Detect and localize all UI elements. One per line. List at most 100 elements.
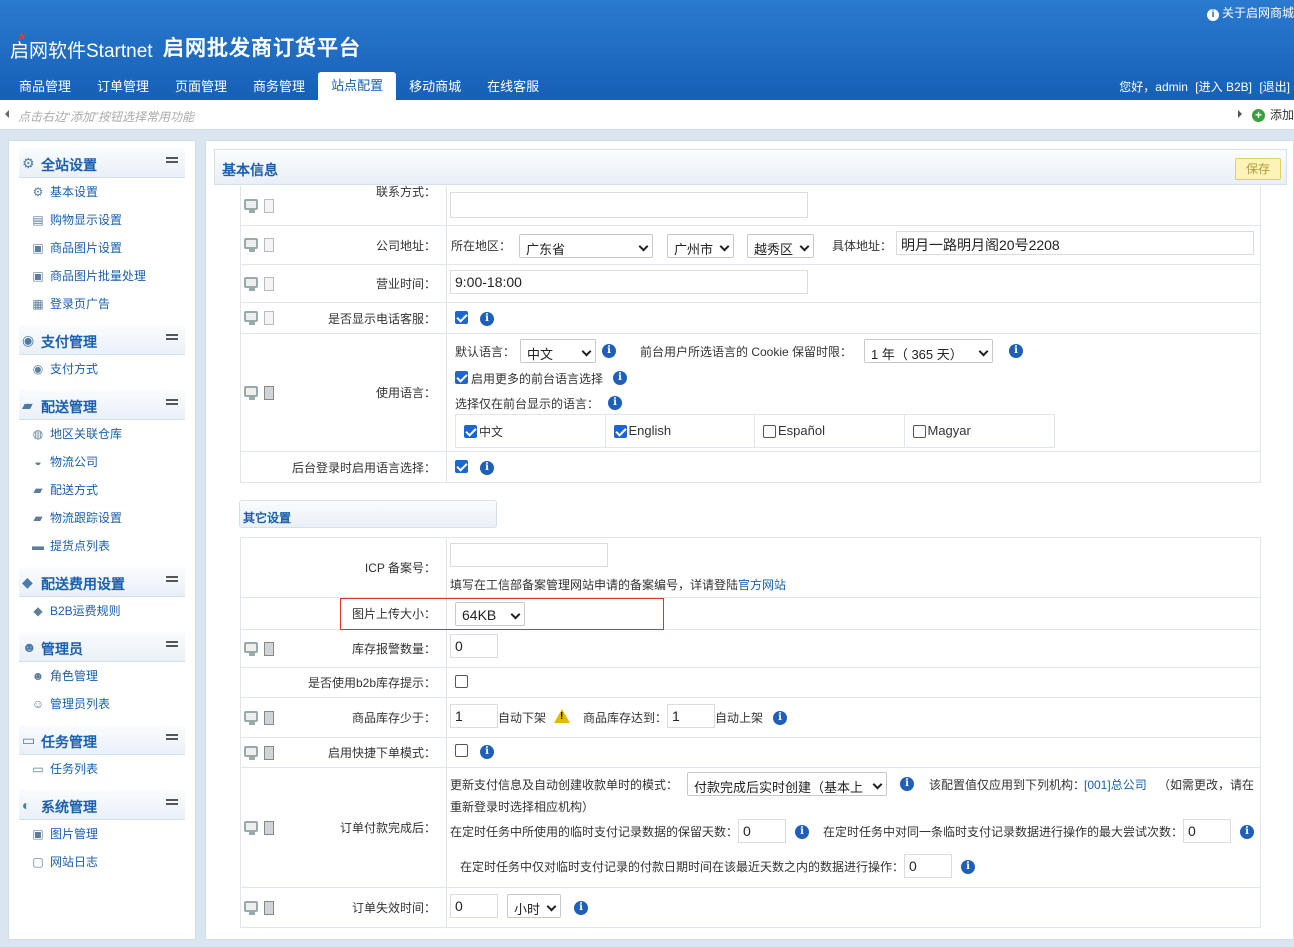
sidebar-group[interactable]: ▰ 配送管理: [19, 390, 185, 420]
cookie-select[interactable]: 1 年（ 365 天）: [864, 339, 993, 363]
help-icon[interactable]: i: [602, 344, 616, 358]
save-button[interactable]: 保存: [1235, 158, 1281, 180]
info-icon: i: [1206, 9, 1219, 21]
add-shortcut-button[interactable]: + 添加: [1251, 106, 1294, 123]
tab-online-service[interactable]: 在线客服: [474, 72, 552, 100]
sidebar-item[interactable]: ▰ 物流跟踪设置: [31, 504, 195, 532]
sidebar-item[interactable]: ▣ 图片管理: [31, 820, 195, 848]
sidebar-item[interactable]: ▭ 任务列表: [31, 755, 195, 783]
quick-order-checkbox[interactable]: [455, 744, 468, 757]
language-option[interactable]: Magyar: [905, 415, 1055, 447]
help-icon[interactable]: i: [1240, 825, 1254, 839]
logout-link[interactable]: [退出]: [1259, 80, 1290, 94]
tab-products[interactable]: 商品管理: [6, 72, 84, 100]
contact-field[interactable]: [450, 192, 808, 218]
sidebar-item[interactable]: ▣ 商品图片设置: [31, 234, 195, 262]
sidebar-item[interactable]: ▣ 商品图片批量处理: [31, 262, 195, 290]
sidebar-item[interactable]: ◆ B2B运费规则: [31, 597, 195, 625]
collapse-icon[interactable]: [166, 738, 178, 740]
section-header: 基本信息 保存: [214, 149, 1287, 185]
help-icon[interactable]: i: [1009, 344, 1023, 358]
sidebar-item[interactable]: ⚙ 基本设置: [31, 178, 195, 206]
scroll-left-icon[interactable]: [5, 110, 9, 118]
retry-input[interactable]: 0: [1183, 819, 1231, 843]
collapse-icon[interactable]: [166, 161, 178, 163]
about-link[interactable]: i 关于启网商城: [1206, 4, 1294, 21]
top-header: ★ 启网软件Startnet 启网批发商订货平台 i 关于启网商城 商品管理 订单管…: [0, 0, 1294, 100]
collapse-icon[interactable]: [166, 580, 178, 582]
district-select[interactable]: 越秀区: [747, 234, 814, 258]
city-select[interactable]: 广州市: [667, 234, 734, 258]
sidebar-group[interactable]: ▭ 任务管理: [19, 725, 185, 755]
tab-mobile[interactable]: 移动商城: [396, 72, 474, 100]
tab-business[interactable]: 商务管理: [240, 72, 318, 100]
sidebar-item[interactable]: ▰ 配送方式: [31, 476, 195, 504]
device-icons: [244, 900, 280, 915]
sidebar-group[interactable]: ◐ 系统管理: [19, 790, 185, 820]
payment-mode-select[interactable]: 付款完成后实时创建（基本上: [687, 772, 887, 796]
help-icon[interactable]: i: [480, 461, 494, 475]
sidebar-group[interactable]: ☻ 管理员: [19, 632, 185, 662]
language-option[interactable]: Español: [755, 415, 905, 447]
sidebar-item[interactable]: ◒ 物流公司: [31, 448, 195, 476]
tab-site-config[interactable]: 站点配置: [318, 72, 397, 100]
help-icon[interactable]: i: [773, 711, 787, 725]
scroll-right-icon[interactable]: [1238, 110, 1242, 118]
sidebar-item[interactable]: ▬ 提货点列表: [31, 532, 195, 560]
sidebar-item[interactable]: ▤ 购物显示设置: [31, 206, 195, 234]
help-icon[interactable]: i: [961, 860, 975, 874]
collapse-icon[interactable]: [166, 803, 178, 805]
province-select[interactable]: 广东省: [519, 234, 653, 258]
device-icons: [244, 311, 280, 325]
tab-pages[interactable]: 页面管理: [162, 72, 240, 100]
official-site-link[interactable]: 官方网站: [738, 578, 786, 592]
collapse-icon[interactable]: [166, 403, 178, 405]
sidebar-item[interactable]: ▢ 网站日志: [31, 848, 195, 876]
expire-unit-select[interactable]: 小时: [507, 894, 561, 918]
detail-address-input[interactable]: 明月一路明月阁20号2208: [896, 231, 1254, 255]
expire-input[interactable]: 0: [450, 894, 498, 918]
stock-reach-input[interactable]: 1: [667, 704, 715, 728]
stock-warning-input[interactable]: 0: [450, 634, 498, 658]
help-icon[interactable]: i: [480, 745, 494, 759]
org-link[interactable]: [001]总公司: [1084, 776, 1147, 793]
sidebar-item-label: 登录页广告: [50, 297, 111, 311]
sidebar-item[interactable]: ▦ 登录页广告: [31, 290, 195, 318]
login-language-checkbox[interactable]: [455, 460, 468, 473]
tab-orders[interactable]: 订单管理: [84, 72, 162, 100]
keep-days-input[interactable]: 0: [738, 819, 786, 843]
help-icon[interactable]: i: [900, 777, 914, 791]
more-languages-checkbox[interactable]: [455, 371, 468, 384]
hours-input[interactable]: 9:00-18:00: [450, 270, 808, 294]
help-icon[interactable]: i: [795, 825, 809, 839]
language-option[interactable]: English: [606, 415, 755, 447]
payment-mode-label: 更新支付信息及自动创建收款单时的模式：: [450, 778, 679, 792]
help-icon[interactable]: i: [608, 396, 622, 410]
b2b-stock-checkbox[interactable]: [455, 675, 468, 688]
address-label: 公司地址：: [375, 238, 436, 253]
shortcut-hint: 点击右边“添加”按钮选择常用功能: [18, 110, 194, 124]
sidebar-group[interactable]: ◉ 支付管理: [19, 325, 185, 355]
stock-less-input[interactable]: 1: [450, 704, 498, 728]
help-icon[interactable]: i: [613, 371, 627, 385]
collapse-icon[interactable]: [166, 645, 178, 647]
sidebar-item-label: 图片管理: [50, 827, 99, 841]
default-language-select[interactable]: 中文: [520, 339, 596, 363]
help-icon[interactable]: i: [574, 901, 588, 915]
sidebar-group[interactable]: ⚙ 全站设置: [19, 148, 185, 178]
enter-b2b-link[interactable]: [进入 B2B]: [1195, 80, 1252, 94]
language-option[interactable]: 中文: [456, 415, 606, 447]
sidebar-item[interactable]: ☺ 管理员列表: [31, 690, 195, 718]
auto-onshelf-label: 自动上架: [715, 711, 764, 725]
collapse-icon[interactable]: [166, 338, 178, 340]
image-icon: ▣: [32, 269, 44, 283]
sidebar-item[interactable]: ◍ 地区关联仓库: [31, 420, 195, 448]
phone-service-checkbox[interactable]: [455, 311, 468, 324]
sidebar-group-title: 管理员: [41, 641, 83, 657]
sidebar-group[interactable]: ◆ 配送费用设置: [19, 567, 185, 597]
icp-input[interactable]: [450, 543, 608, 567]
sidebar-item[interactable]: ☻ 角色管理: [31, 662, 195, 690]
recent-days-input[interactable]: 0: [904, 854, 952, 878]
sidebar-item[interactable]: ◉ 支付方式: [31, 355, 195, 383]
help-icon[interactable]: i: [480, 312, 494, 326]
